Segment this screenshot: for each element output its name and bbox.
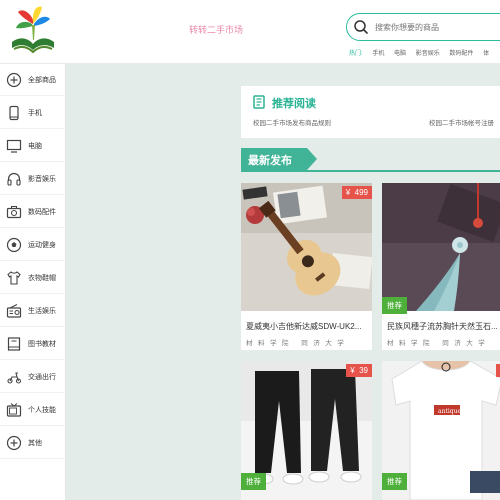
- sidebar-item-label: 衣物鞋帽: [28, 274, 56, 282]
- sidebar-item-label: 电脑: [28, 142, 42, 150]
- sidebar-item-clothing[interactable]: 衣物鞋帽: [0, 262, 66, 294]
- product-image[interactable]: [382, 183, 500, 311]
- hot-links: 热门: 手机 电脑 影音娱乐 数码配件 体: [349, 48, 497, 57]
- sidebar-item-all[interactable]: 全部商品: [0, 64, 66, 96]
- sidebar-item-label: 个人技能: [28, 406, 56, 414]
- sidebar-item-label: 手机: [28, 109, 42, 117]
- recommended-reading-title: 推荐阅读: [272, 98, 316, 110]
- soccer-ball-icon: [6, 237, 22, 253]
- hot-link-phone[interactable]: 手机: [372, 51, 384, 57]
- sidebar-item-computer[interactable]: 电脑: [0, 130, 66, 162]
- search-box[interactable]: [346, 13, 500, 41]
- recommended-reading-panel: 推荐阅读 校园二手市场发布商品规则 校园二手市场帐号注册: [241, 86, 500, 138]
- plus-circle-icon: [6, 72, 22, 88]
- latest-section-title: 最新发布: [248, 154, 292, 167]
- product-title[interactable]: 夏威夷小吉他新达威SDW-UK2...: [246, 321, 370, 332]
- sidebar-item-label: 交通出行: [28, 373, 56, 381]
- product-card[interactable]: ¥ 499 夏威夷小吉他新达威SDW-UK2... 材料学院 同济大学: [241, 183, 372, 350]
- hot-link-sports[interactable]: 体: [483, 51, 489, 57]
- scooter-icon: [6, 369, 22, 385]
- book-icon: [6, 336, 22, 352]
- plus-circle-icon: [6, 435, 22, 451]
- headphones-icon: [6, 171, 22, 187]
- phone-icon: [6, 105, 22, 121]
- site-logo[interactable]: [6, 2, 60, 60]
- svg-text:antique: antique: [438, 408, 461, 415]
- sidebar-item-skills[interactable]: 个人技能: [0, 394, 66, 426]
- product-image[interactable]: [241, 183, 372, 311]
- product-card[interactable]: antique ¥ 推荐: [382, 361, 500, 500]
- product-card[interactable]: 推荐 民族风穗子流苏胸针天然玉石... 材料学院 同济大学: [382, 183, 500, 350]
- hot-link-accessories[interactable]: 数码配件: [449, 51, 473, 57]
- sidebar-item-label: 图书教材: [28, 340, 56, 348]
- sidebar-item-accessories[interactable]: 数码配件: [0, 196, 66, 228]
- latest-section-tab: 最新发布: [241, 148, 317, 170]
- price-tag: ¥ 499: [341, 186, 372, 199]
- sidebar-item-label: 全部商品: [28, 76, 56, 84]
- hot-link-computer[interactable]: 电脑: [394, 51, 406, 57]
- book-icon: [252, 95, 266, 109]
- product-school: 材料学院 同济大学: [246, 340, 350, 347]
- sidebar-item-phone[interactable]: 手机: [0, 97, 66, 129]
- shirt-icon: [6, 270, 22, 286]
- camera-icon: [6, 204, 22, 220]
- product-card[interactable]: ¥ 39 推荐: [241, 361, 372, 500]
- category-sidebar: 全部商品 手机 电脑 影音娱乐 数码配件 运动健身 衣物鞋帽 生活娱乐 图书教材…: [0, 64, 66, 500]
- sidebar-item-label: 其他: [28, 439, 42, 447]
- header: 转转二手市场 热门: 手机 电脑 影音娱乐 数码配件 体: [0, 0, 500, 64]
- sidebar-item-books[interactable]: 图书教材: [0, 328, 66, 360]
- sidebar-item-sports[interactable]: 运动健身: [0, 229, 66, 261]
- sidebar-item-life[interactable]: 生活娱乐: [0, 295, 66, 327]
- sidebar-item-label: 影音娱乐: [28, 175, 56, 183]
- sidebar-item-transport[interactable]: 交通出行: [0, 361, 66, 393]
- price-tag: ¥: [496, 364, 500, 377]
- monitor-icon: [6, 138, 22, 154]
- recommend-badge: 推荐: [382, 297, 407, 314]
- sidebar-item-other[interactable]: 其他: [0, 427, 66, 459]
- recommend-badge: 推荐: [382, 473, 407, 490]
- recommend-badge: 推荐: [241, 473, 266, 490]
- section-divider: [241, 170, 500, 172]
- radio-icon: [6, 303, 22, 319]
- hot-link-media[interactable]: 影音娱乐: [416, 51, 440, 57]
- site-name: 转转二手市场: [189, 25, 244, 35]
- sidebar-item-label: 运动健身: [28, 241, 56, 249]
- main-content: 推荐阅读 校园二手市场发布商品规则 校园二手市场帐号注册 最新发布 ¥ 499 …: [66, 64, 500, 500]
- sidebar-item-media[interactable]: 影音娱乐: [0, 163, 66, 195]
- search-icon[interactable]: [353, 19, 369, 35]
- recommended-article-link[interactable]: 校园二手市场帐号注册: [429, 117, 494, 127]
- product-title[interactable]: 民族风穗子流苏胸针天然玉石...: [387, 321, 500, 332]
- hot-label: 热门:: [349, 51, 363, 57]
- price-tag: ¥ 39: [346, 364, 372, 377]
- sidebar-item-label: 数码配件: [28, 208, 56, 216]
- tv-icon: [6, 402, 22, 418]
- product-school: 材料学院 同济大学: [387, 340, 491, 347]
- search-input[interactable]: [375, 19, 500, 35]
- recommended-article-link[interactable]: 校园二手市场发布商品规则: [253, 117, 331, 127]
- sidebar-item-label: 生活娱乐: [28, 307, 56, 315]
